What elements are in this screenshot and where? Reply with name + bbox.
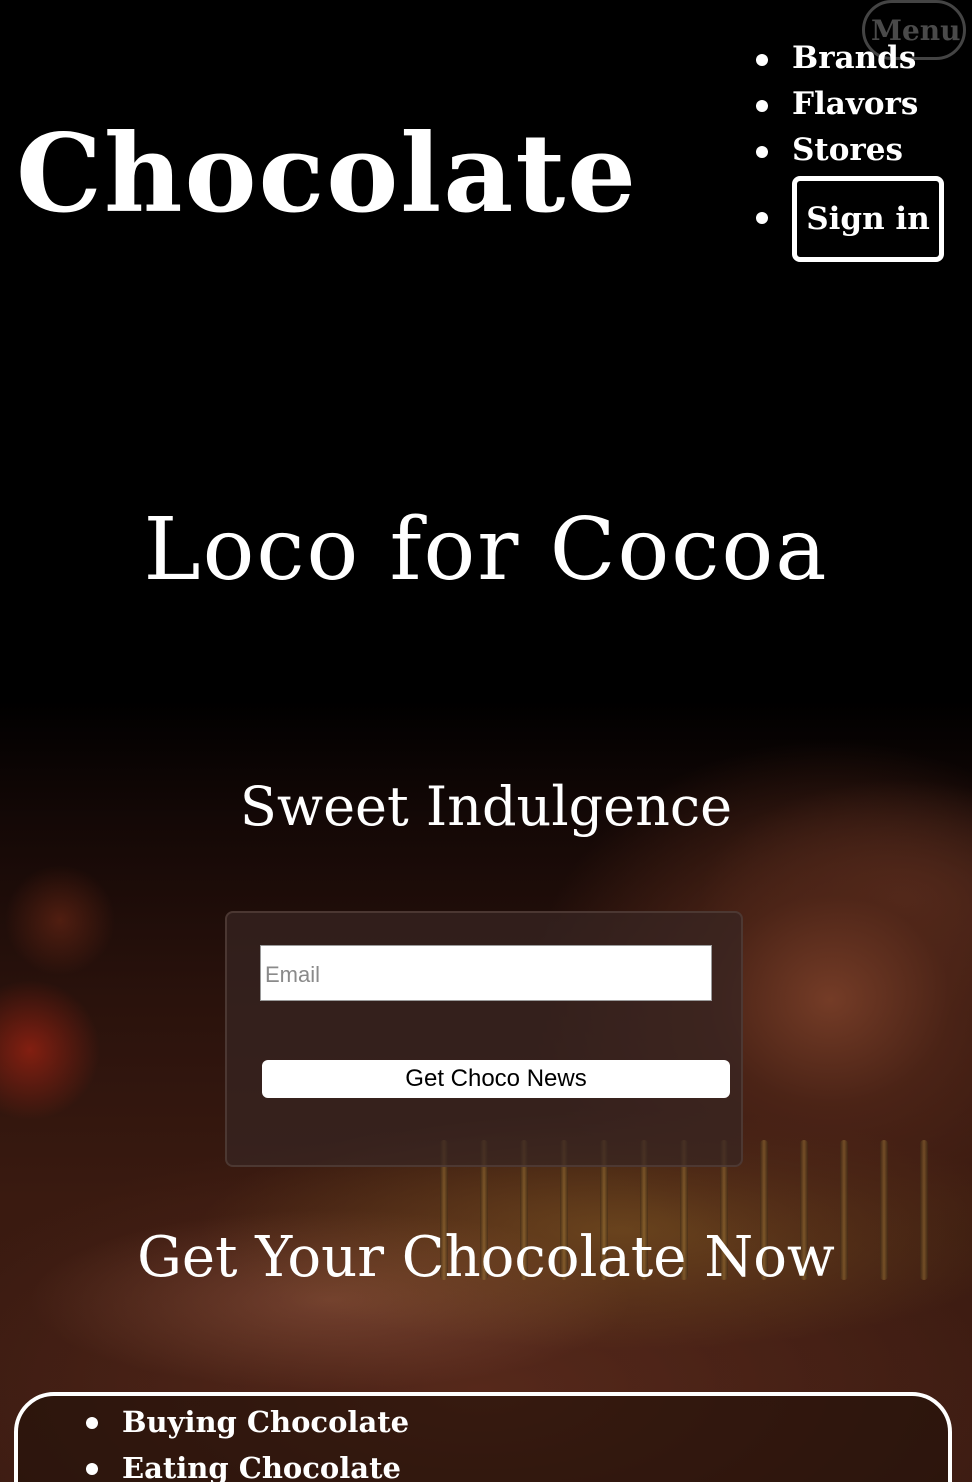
nav-link-flavors[interactable]: Flavors <box>792 86 918 122</box>
signin-button[interactable]: Sign in <box>792 176 944 262</box>
nav-link-stores[interactable]: Stores <box>792 132 903 168</box>
nav-item-signin: Sign in <box>752 174 944 264</box>
hero-title: Loco for Cocoa <box>143 500 829 600</box>
nav-item-stores: Stores <box>752 128 918 174</box>
get-choco-news-button[interactable]: Get Choco News <box>262 1060 730 1098</box>
nav-item-flavors: Flavors <box>752 82 918 128</box>
shop-section-title: Get Your Chocolate Now <box>137 1225 835 1290</box>
nav-item-brands: Brands <box>752 36 918 82</box>
nav-link-brands[interactable]: Brands <box>792 40 916 76</box>
site-logo[interactable]: Chocolate <box>16 110 638 240</box>
newsletter-form: Get Choco News <box>225 911 743 1167</box>
list-item: Buying Chocolate <box>78 1402 409 1448</box>
email-input[interactable] <box>260 945 712 1001</box>
shop-links-box: Buying Chocolate Eating Chocolate <box>14 1392 952 1482</box>
link-buying-chocolate[interactable]: Buying Chocolate <box>122 1405 409 1439</box>
hero-subtitle: Sweet Indulgence <box>239 775 733 838</box>
link-eating-chocolate[interactable]: Eating Chocolate <box>122 1451 401 1482</box>
main-nav: Brands Flavors Stores Sign in <box>752 36 944 264</box>
shop-links-list: Buying Chocolate Eating Chocolate <box>78 1402 409 1482</box>
list-item: Eating Chocolate <box>78 1448 409 1482</box>
